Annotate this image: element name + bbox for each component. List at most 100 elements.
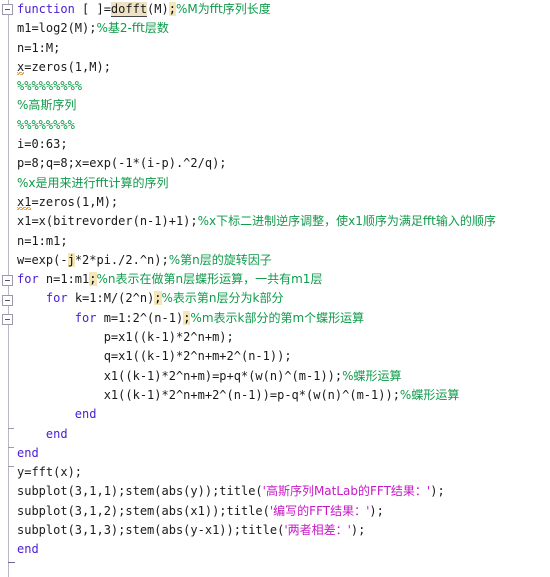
code-line[interactable]: m1=log2(M);%基2-fft层数 [17,19,550,38]
code-token-cmt: %x是用来进行fft计算的序列 [17,175,169,190]
code-token-plain: x1((k-1)*2^n+m+2^(n-1))=p-q*(w(n)^(m-1))… [103,387,400,402]
code-token-plain: ); [350,523,366,538]
code-line[interactable]: i=0:63; [17,135,550,154]
code-token-cmt: %蝶形运算 [399,387,460,402]
code-token-cmt: %高斯序列 [17,98,77,113]
code-line[interactable]: end [17,405,550,424]
code-token-plain: w=exp(- [17,252,68,267]
code-token-plain: ); [430,484,445,499]
code-token-str: '高斯序列MatLab的FFT结果：' [262,484,431,499]
code-token-cmt: %%%%%%%% [17,117,75,132]
fold-gutter[interactable] [0,0,16,577]
code-token-plain: n=1:M; [17,40,61,55]
code-token-cmt: %第n层的旋转因子 [168,252,272,267]
fold-end-marker-final [8,562,15,563]
code-token-cmt: %蝶形运算 [342,368,402,383]
code-token-plain: subplot(3,1,3);stem(abs(y-x1));title( [17,523,285,538]
code-line[interactable]: x=zeros(1,M); [17,58,550,77]
code-line[interactable]: end [17,540,550,559]
fold-collapse-icon[interactable] [2,275,13,286]
code-token-hl: ; [168,2,176,16]
code-token-plain: =zeros(1,M); [31,194,119,209]
code-token-plain: subplot(3,1,2);stem(abs(x1));title( [17,503,270,518]
code-token-kw: function [17,2,75,16]
code-token-hl: j [67,252,75,267]
code-line[interactable]: end [17,444,550,463]
code-token-plain: p=x1((k-1)*2^n+m); [103,330,234,345]
code-line[interactable]: x1=x(bitrevorder(n-1)+1);%x下标二进制逆序调整，使x1… [17,212,550,231]
fold-collapse-icon[interactable] [2,4,13,15]
code-token-cmt: %m表示k部分的第m个蝶形运算 [190,310,365,325]
code-line[interactable]: w=exp(-j*2*pi./2.^n);%第n层的旋转因子 [17,251,550,270]
code-token-hl: ; [89,272,97,287]
fold-end-marker [8,447,14,448]
code-line[interactable]: y=fft(x); [17,463,550,482]
code-line[interactable]: p=x1((k-1)*2^n+m); [17,328,550,347]
code-token-plain: x1=x(bitrevorder(n-1)+1); [17,214,198,229]
code-token-squig: x1 [17,194,32,210]
code-token-cmt: %n表示在做第n层蝶形运算，一共有m1层 [96,272,323,287]
code-line[interactable]: for m=1:2^(n-1);%m表示k部分的第m个蝶形运算 [17,309,550,328]
code-line[interactable]: %x是用来进行fft计算的序列 [17,174,550,193]
code-token-plain: k=1:M/(2^n) [67,291,155,306]
code-line[interactable]: x1((k-1)*2^n+m+2^(n-1))=p-q*(w(n)^(m-1))… [17,386,550,405]
code-line[interactable]: for k=1:M/(2^n);%表示第n层分为k部分 [17,289,550,308]
code-token-plain: n=1:m1; [17,233,68,248]
code-line[interactable]: function [ ]=dofft(M);%M为fft序列长度 [17,0,550,19]
code-line[interactable]: x1=zeros(1,M); [17,193,550,212]
code-token-hl: ; [154,291,162,306]
matlab-code-editor[interactable]: function [ ]=dofft(M);%M为fft序列长度 m1=log2(… [0,0,550,577]
code-token-plain: *2*pi./2.^n); [74,252,169,267]
code-token-plain: p=8;q=8;x=exp(-1*(i-p).^2/q); [17,156,227,171]
code-token-str: '两者相差：' [284,523,351,538]
code-token-plain: subplot(3,1,1);stem(abs(y));title( [17,484,263,499]
code-token-plain: m=1:2^(n-1) [96,310,184,325]
code-line[interactable]: %高斯序列 [17,96,550,115]
fold-collapse-icon[interactable] [2,314,13,325]
code-token-plain: ); [369,503,384,518]
code-line[interactable]: n=1:m1; [17,232,550,251]
code-token-kw: for [74,310,97,325]
code-line[interactable]: subplot(3,1,2);stem(abs(x1));title('编写的F… [17,502,550,521]
code-token-kw: end [17,542,39,557]
code-line[interactable]: q=x1((k-1)*2^n+m+2^(n-1)); [17,347,550,366]
code-line[interactable]: %%%%%%%% [17,116,550,135]
code-line[interactable]: subplot(3,1,1);stem(abs(y));title('高斯序列M… [17,482,550,501]
code-token-plain: [ ]= [74,2,111,16]
code-line[interactable]: n=1:M; [17,39,550,58]
code-text-area[interactable]: function [ ]=dofft(M);%M为fft序列长度 m1=log2(… [17,0,550,577]
fold-end-marker [8,428,14,429]
code-token-str: '编写的FFT结果：' [269,503,370,518]
code-line[interactable]: subplot(3,1,3);stem(abs(y-x1));title('两者… [17,521,550,540]
code-token-plain: x1((k-1)*2^n+m)=p+q*(w(n)^(m-1)); [103,368,343,383]
fold-collapse-icon[interactable] [2,295,13,306]
code-token-kw: for [45,291,68,306]
code-token-cmt: %表示第n层分为k部分 [161,291,284,306]
code-line[interactable]: for n=1:m1;%n表示在做第n层蝶形运算，一共有m1层 [17,270,550,289]
code-token-cmt: %%%%%%%%% [17,79,83,94]
code-token-plain: =zeros(1,M); [24,59,111,74]
code-token-cmt: %x下标二进制逆序调整，使x1顺序为满足fft输入的顺序 [197,214,496,229]
gutter-rail-line [8,0,9,577]
code-token-plain: i=0:63; [17,137,68,152]
code-token-plain: m1=log2(M); [17,21,97,36]
code-line[interactable]: p=8;q=8;x=exp(-1*(i-p).^2/q); [17,154,550,173]
code-token-kw: end [45,426,68,441]
code-token-plain: (M) [147,2,169,16]
code-token-plain: n=1:m1 [38,272,90,287]
fold-end-marker [8,466,14,467]
code-token-kw: for [17,272,39,287]
code-token-cmt: %基2-fft层数 [96,21,169,36]
code-line[interactable]: x1((k-1)*2^n+m)=p+q*(w(n)^(m-1));%蝶形运算 [17,367,550,386]
code-line[interactable]: %%%%%%%%% [17,77,550,96]
code-token-plain: y=fft(x); [17,465,83,480]
code-line[interactable]: end [17,425,550,444]
